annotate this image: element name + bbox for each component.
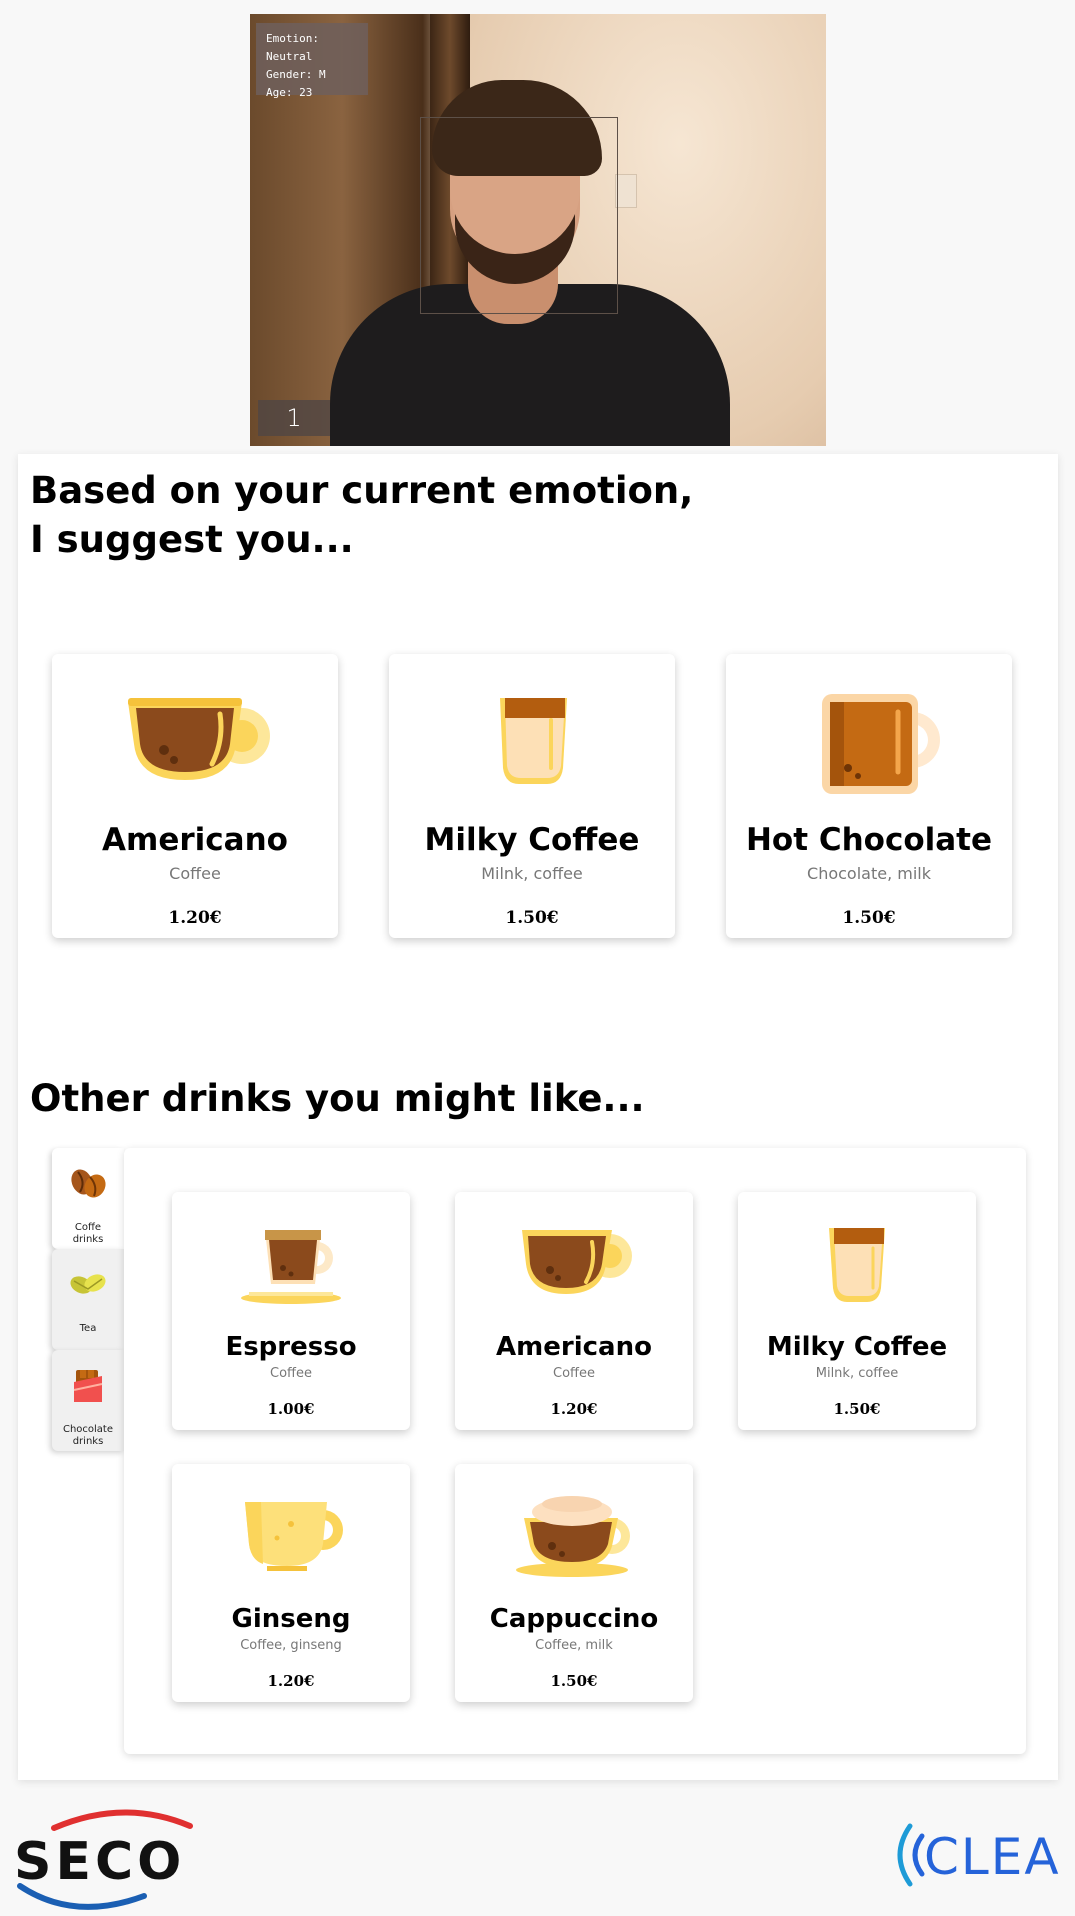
seco-logo-text: SECO — [14, 1832, 186, 1892]
face-detection-box — [420, 117, 618, 314]
detection-info-overlay: Emotion: Neutral Gender: M Age: 23 — [256, 23, 368, 99]
suggestion-price: 1.20€ — [168, 908, 222, 928]
clea-logo-text: CLEA — [924, 1828, 1061, 1886]
drink-card-americano[interactable]: Americano Coffee 1.20€ — [455, 1192, 693, 1430]
tab-coffee-drinks[interactable]: Coffe drinks — [52, 1148, 124, 1249]
age-readout: Age: 23 — [266, 86, 313, 99]
drink-ingredients: Coffee, ginseng — [240, 1638, 342, 1653]
suggestion-name: Milky Coffee — [424, 822, 640, 858]
americano-cup-icon — [522, 1230, 632, 1294]
hot-chocolate-mug-icon — [822, 694, 940, 794]
seco-logo: SECO — [14, 1804, 194, 1914]
suggestion-ingredients: Milnk, coffee — [481, 864, 583, 883]
camera-feed: Emotion: Neutral Gender: M Age: 23 1 — [250, 14, 826, 446]
ginseng-cup-icon — [245, 1502, 343, 1571]
drink-price: 1.50€ — [550, 1672, 598, 1690]
tab-label-line1: Chocolate — [62, 1424, 114, 1435]
drink-ingredients: Coffee — [553, 1366, 595, 1381]
milky-coffee-glass-icon — [500, 698, 567, 784]
category-tabs: Coffe drinks Tea Chocolate drinks — [52, 1148, 124, 1451]
drink-name: Espresso — [225, 1332, 357, 1362]
tab-label-line2: drinks — [72, 1436, 104, 1447]
suggestion-ingredients: Coffee — [169, 864, 221, 883]
drink-ingredients: Coffee — [270, 1366, 312, 1381]
drink-card-ginseng[interactable]: Ginseng Coffee, ginseng 1.20€ — [172, 1464, 410, 1702]
drink-price: 1.20€ — [267, 1672, 315, 1690]
americano-cup-icon — [128, 698, 270, 780]
tab-label-line2: drinks — [72, 1234, 104, 1245]
other-drinks-heading: Other drinks you might like... — [30, 1077, 645, 1120]
suggestion-heading: Based on your current emotion, I suggest… — [30, 466, 693, 564]
suggestion-name: Hot Chocolate — [745, 822, 993, 858]
suggestion-card-hot-chocolate[interactable]: Hot Chocolate Chocolate, milk 1.50€ — [726, 654, 1012, 938]
emotion-readout: Emotion: Neutral — [266, 32, 319, 63]
milky-coffee-glass-icon — [829, 1228, 885, 1302]
espresso-cup-icon — [241, 1230, 341, 1304]
clea-logo: CLEA — [884, 1820, 1064, 1890]
suggestion-ingredients: Chocolate, milk — [807, 864, 931, 883]
drink-card-cappuccino[interactable]: Cappuccino Coffee, milk 1.50€ — [455, 1464, 693, 1702]
tab-label-line1: Tea — [79, 1323, 97, 1334]
drink-price: 1.50€ — [833, 1400, 881, 1418]
camera-light-switch — [615, 174, 637, 208]
drink-card-milky-coffee[interactable]: Milky Coffee Milnk, coffee 1.50€ — [738, 1192, 976, 1430]
drink-name: Cappuccino — [489, 1604, 659, 1634]
chocolate-bar-icon — [73, 1370, 103, 1402]
coffee-beans-icon — [71, 1169, 106, 1198]
suggestion-heading-line2: I suggest you... — [30, 518, 354, 561]
drink-name: Americano — [496, 1332, 652, 1362]
tab-label: Tea — [52, 1323, 124, 1335]
face-counter: 1 — [258, 400, 330, 436]
suggestion-name: Americano — [102, 822, 288, 858]
tab-label: Coffe drinks — [52, 1222, 124, 1246]
drink-price: 1.00€ — [267, 1400, 315, 1418]
suggestion-price: 1.50€ — [842, 908, 896, 928]
gender-readout: Gender: M — [266, 68, 326, 81]
suggestion-card-americano[interactable]: Americano Coffee 1.20€ — [52, 654, 338, 938]
cappuccino-cup-icon — [516, 1496, 630, 1577]
tab-tea[interactable]: Tea — [52, 1249, 124, 1350]
tab-label: Chocolate drinks — [52, 1424, 124, 1448]
drinks-grid: Espresso Coffee 1.00€ Americano Coffee 1… — [124, 1148, 1026, 1754]
drink-name: Milky Coffee — [766, 1332, 948, 1362]
drink-ingredients: Milnk, coffee — [815, 1366, 899, 1381]
suggestion-price: 1.50€ — [505, 908, 559, 928]
main-panel: Based on your current emotion, I suggest… — [18, 454, 1058, 1780]
drink-ingredients: Coffee, milk — [535, 1638, 613, 1653]
tab-label-line1: Coffe — [74, 1222, 102, 1233]
suggestion-heading-line1: Based on your current emotion, — [30, 469, 694, 512]
tab-chocolate-drinks[interactable]: Chocolate drinks — [52, 1350, 124, 1451]
drink-card-espresso[interactable]: Espresso Coffee 1.00€ — [172, 1192, 410, 1430]
drink-price: 1.20€ — [550, 1400, 598, 1418]
suggestion-card-milky-coffee[interactable]: Milky Coffee Milnk, coffee 1.50€ — [389, 654, 675, 938]
tea-leaves-icon — [70, 1274, 106, 1294]
drink-name: Ginseng — [231, 1604, 351, 1634]
